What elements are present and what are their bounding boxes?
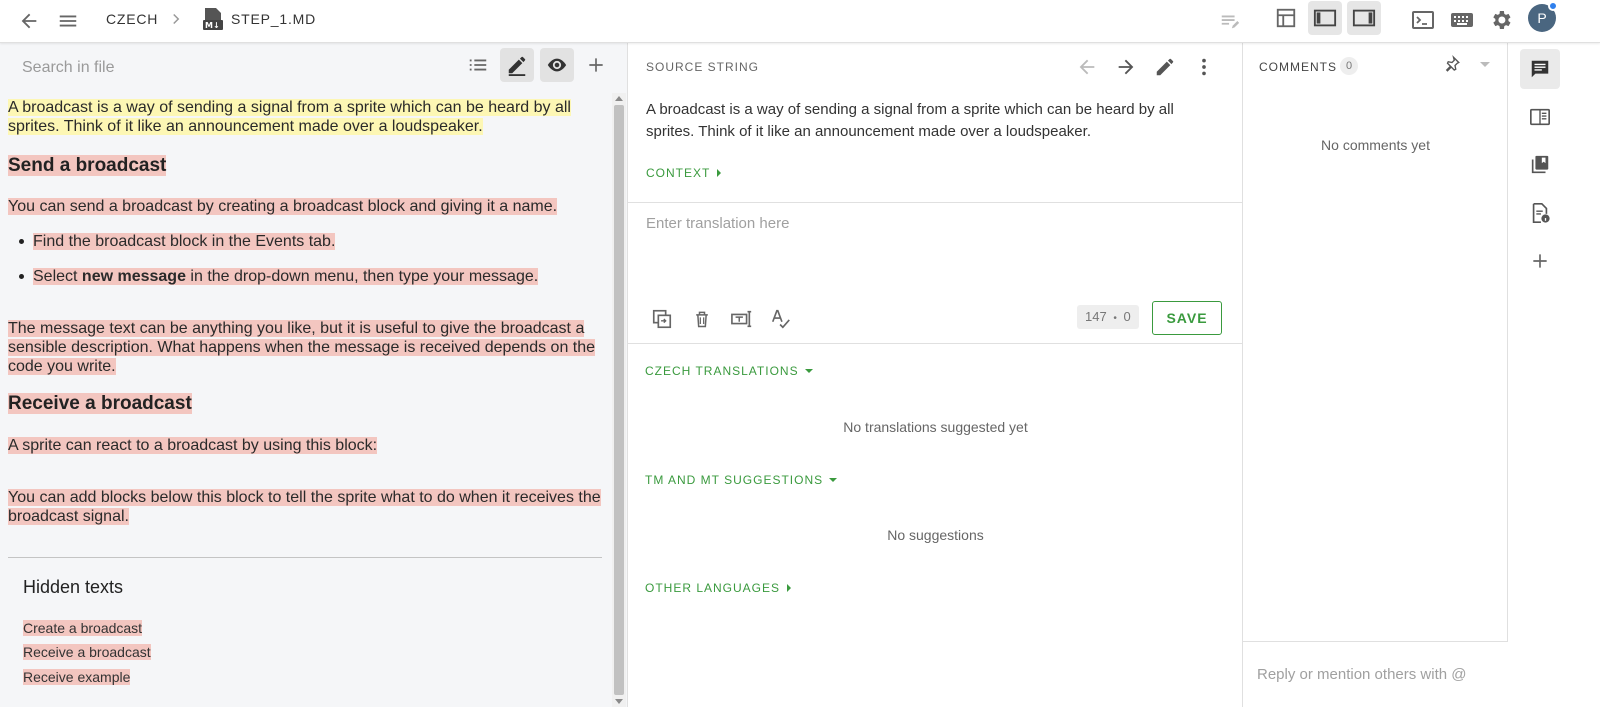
- top-bar: CZECH M↓ STEP_1.MD: [0, 0, 1600, 43]
- string-para-message[interactable]: The message text can be anything you lik…: [8, 319, 604, 376]
- string-para-add[interactable]: You can add blocks below this block to t…: [8, 488, 604, 526]
- no-comments-message: No comments yet: [1321, 137, 1430, 153]
- notification-dot: [1548, 1, 1558, 11]
- next-arrow-icon[interactable]: [1113, 54, 1139, 80]
- comment-icon[interactable]: [1520, 49, 1560, 89]
- more-vert-icon[interactable]: [1191, 54, 1217, 80]
- layout-left-panel-icon[interactable]: [1308, 1, 1342, 35]
- comments-label: COMMENTS: [1259, 60, 1337, 74]
- edit-source-icon[interactable]: [1152, 54, 1178, 80]
- other-languages-toggle[interactable]: OTHER LANGUAGES: [645, 581, 792, 595]
- string-para-send[interactable]: You can send a broadcast by creating a b…: [8, 197, 604, 216]
- search-row: [0, 43, 628, 93]
- source-string-label: SOURCE STRING: [646, 60, 760, 74]
- string-heading-receive[interactable]: Receive a broadcast: [8, 392, 604, 416]
- copy-source-icon[interactable]: [648, 305, 676, 333]
- scroll-up-arrow[interactable]: [615, 96, 623, 101]
- separator: [628, 343, 1243, 344]
- back-arrow-icon[interactable]: [16, 8, 42, 34]
- string-intro[interactable]: A broadcast is a way of sending a signal…: [8, 98, 604, 136]
- menu-icon[interactable]: [55, 8, 81, 34]
- no-translations-message: No translations suggested yet: [843, 419, 1028, 435]
- list-view-icon[interactable]: [461, 48, 495, 82]
- pin-icon[interactable]: [1441, 53, 1463, 75]
- tm-mt-suggestions-toggle[interactable]: TM AND MT SUGGESTIONS: [645, 473, 838, 487]
- chevron-right-icon: [166, 9, 186, 29]
- caret-right-icon: [717, 169, 722, 177]
- eye-icon[interactable]: [540, 48, 574, 82]
- divider: [8, 557, 602, 558]
- string-heading-send[interactable]: Send a broadcast: [8, 154, 604, 178]
- text-edit-icon[interactable]: [1216, 7, 1244, 35]
- plus-icon[interactable]: [579, 48, 613, 82]
- chevron-down-icon[interactable]: [1477, 57, 1493, 73]
- layout-right-panel-icon[interactable]: [1347, 1, 1381, 35]
- string-para-react[interactable]: A sprite can react to a broadcast by usi…: [8, 436, 604, 455]
- save-button[interactable]: SAVE: [1152, 301, 1222, 335]
- reply-input[interactable]: [1243, 641, 1508, 707]
- scroll-thumb[interactable]: [614, 105, 624, 695]
- hidden-texts-title: Hidden texts: [23, 577, 124, 597]
- text-field-icon[interactable]: [728, 305, 756, 333]
- hidden-item[interactable]: Receive example: [23, 669, 131, 685]
- trash-icon[interactable]: [688, 305, 716, 333]
- hidden-item[interactable]: Create a broadcast: [23, 620, 143, 636]
- caret-right-icon: [787, 584, 792, 592]
- terminal-icon[interactable]: [1408, 5, 1438, 35]
- search-input[interactable]: [22, 56, 442, 80]
- no-suggestions-message: No suggestions: [887, 527, 984, 543]
- source-string-text: A broadcast is a way of sending a signal…: [646, 101, 1174, 140]
- string-bullet-1[interactable]: Find the broadcast block in the Events t…: [18, 232, 336, 251]
- caret-down-icon: [829, 478, 838, 482]
- string-bullet-2[interactable]: Select new message in the drop-down menu…: [18, 267, 539, 286]
- file-info-icon[interactable]: [1520, 193, 1560, 233]
- hidden-item[interactable]: Receive a broadcast: [23, 644, 151, 660]
- translation-panel: SOURCE STRING A broadcast is a way of se…: [628, 43, 1243, 707]
- translation-input[interactable]: [646, 215, 1226, 295]
- library-icon[interactable]: [1520, 145, 1560, 185]
- pencil-icon[interactable]: [500, 48, 534, 82]
- layout-grid-icon[interactable]: [1269, 1, 1303, 35]
- caret-down-icon: [804, 369, 813, 373]
- comments-panel: COMMENTS 0 No comments yet: [1243, 43, 1508, 707]
- gear-icon[interactable]: [1486, 5, 1516, 35]
- breadcrumb-file: STEP_1.MD: [231, 11, 316, 27]
- scroll-down-arrow[interactable]: [615, 699, 623, 704]
- book-icon[interactable]: [1520, 97, 1560, 137]
- markdown-file-icon: M↓: [201, 6, 225, 32]
- czech-translations-toggle[interactable]: CZECH TRANSLATIONS: [645, 364, 813, 378]
- file-editor-panel: A broadcast is a way of sending a signal…: [0, 43, 628, 707]
- right-rail: [1508, 43, 1600, 707]
- separator: [628, 202, 1243, 203]
- character-counter: 147 • 0: [1077, 305, 1139, 329]
- context-toggle[interactable]: CONTEXT: [646, 166, 722, 180]
- spellcheck-icon[interactable]: [767, 305, 795, 333]
- svg-text:M↓: M↓: [205, 21, 220, 30]
- breadcrumb-project[interactable]: CZECH: [106, 11, 158, 27]
- keyboard-icon[interactable]: [1447, 5, 1477, 35]
- comments-count-badge: 0: [1340, 57, 1358, 75]
- add-icon[interactable]: [1520, 241, 1560, 281]
- prev-arrow-icon[interactable]: [1074, 54, 1100, 80]
- scrollbar[interactable]: [612, 93, 626, 707]
